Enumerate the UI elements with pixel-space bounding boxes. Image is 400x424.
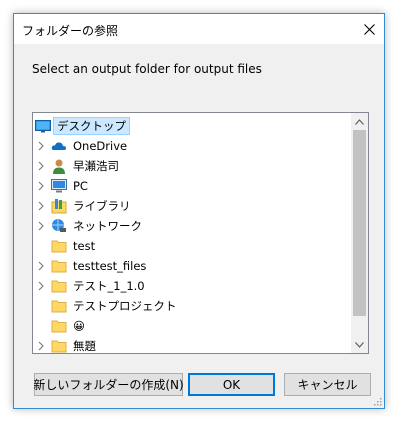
resize-grip-icon[interactable] <box>372 396 382 406</box>
cancel-button[interactable]: キャンセル <box>284 373 371 396</box>
tree-item-library[interactable]: ライブラリ <box>33 196 351 216</box>
folder-tree[interactable]: デスクトップ OneDrive 早瀬浩司 PC ライブラリ ネットワーク tes… <box>32 112 369 354</box>
desktop-icon <box>35 120 51 133</box>
tree-item-pc[interactable]: PC <box>33 176 351 196</box>
tree-item-folder[interactable]: test <box>33 236 351 256</box>
folder-icon <box>51 260 67 273</box>
folder-browse-dialog: フォルダーの参照 Select an output folder for out… <box>13 13 385 409</box>
dialog-prompt: Select an output folder for output files <box>32 62 262 76</box>
tree-item-label: PC <box>73 179 88 193</box>
chevron-right-icon[interactable] <box>36 341 46 351</box>
tree-item-folder[interactable]: 😀 <box>33 316 351 336</box>
chevron-right-icon[interactable] <box>36 141 46 151</box>
tree-item-label: ネットワーク <box>73 219 142 233</box>
chevron-right-icon[interactable] <box>36 161 46 171</box>
tree-item-label: 無題 <box>73 339 96 353</box>
vertical-scrollbar[interactable] <box>351 113 368 353</box>
close-icon <box>363 23 375 35</box>
ok-button[interactable]: OK <box>188 373 275 396</box>
tree-item-label: 早瀬浩司 <box>73 159 119 173</box>
pc-icon <box>51 179 67 193</box>
scroll-down-button[interactable] <box>351 336 368 353</box>
tree-item-label: テストプロジェクト <box>73 299 177 313</box>
tree-item-label: test <box>73 239 96 253</box>
tree-item-folder[interactable]: 無題 <box>33 336 351 353</box>
scroll-thumb[interactable] <box>353 130 366 316</box>
chevron-right-icon[interactable] <box>36 201 46 211</box>
network-icon <box>52 219 66 232</box>
tree-item-label: デスクトップ <box>53 117 130 135</box>
window-title: フォルダーの参照 <box>22 24 119 38</box>
chevron-down-icon <box>355 341 364 348</box>
chevron-right-icon[interactable] <box>36 261 46 271</box>
tree-item-folder[interactable]: testtest_files <box>33 256 351 276</box>
scroll-up-button[interactable] <box>351 113 368 130</box>
tree-item-network[interactable]: ネットワーク <box>33 216 351 236</box>
chevron-up-icon <box>355 118 364 125</box>
tree-item-label: テスト_1_1.0 <box>73 279 145 293</box>
tree-item-user[interactable]: 早瀬浩司 <box>33 156 351 176</box>
close-button[interactable] <box>354 14 384 44</box>
folder-icon <box>51 320 67 333</box>
onedrive-cloud-icon <box>51 142 67 150</box>
tree-item-onedrive[interactable]: OneDrive <box>33 136 351 156</box>
tree-item-label: ライブラリ <box>73 199 131 213</box>
title-bar[interactable]: フォルダーの参照 <box>14 14 384 44</box>
tree-item-label: testtest_files <box>73 259 147 273</box>
folder-icon <box>51 340 67 353</box>
folder-icon <box>51 280 67 293</box>
chevron-right-icon[interactable] <box>36 181 46 191</box>
tree-item-folder[interactable]: テストプロジェクト <box>33 296 351 316</box>
user-icon <box>53 159 65 174</box>
folder-icon <box>51 300 67 313</box>
folder-icon <box>51 240 67 253</box>
tree-item-label: 😀 <box>73 319 85 333</box>
chevron-right-icon[interactable] <box>36 281 46 291</box>
tree-item-folder[interactable]: テスト_1_1.0 <box>33 276 351 296</box>
new-folder-button[interactable]: 新しいフォルダーの作成(N) <box>33 373 184 396</box>
chevron-right-icon[interactable] <box>36 221 46 231</box>
library-icon <box>51 199 67 214</box>
tree-item-desktop[interactable]: デスクトップ <box>33 116 351 136</box>
tree-item-label: OneDrive <box>73 139 128 153</box>
